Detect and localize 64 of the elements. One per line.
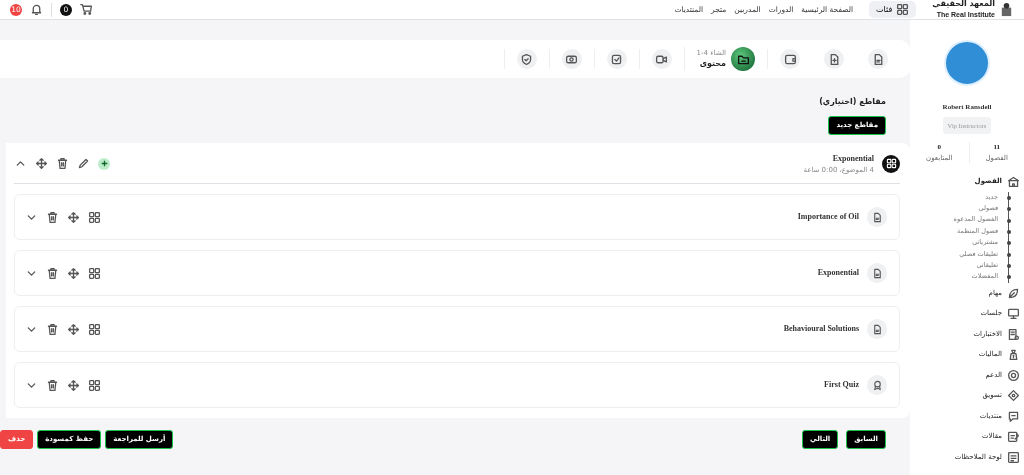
school-icon: [1007, 175, 1020, 188]
lesson-title: Importance of Oil: [797, 211, 859, 223]
bullet-dot: [1006, 275, 1011, 280]
delete-icon[interactable]: [46, 210, 59, 224]
cart-icon[interactable]: [80, 3, 93, 16]
grid-icon: [882, 154, 900, 173]
step-button[interactable]: [868, 49, 888, 69]
grid-icon[interactable]: [88, 210, 101, 224]
tag-icon: [1007, 389, 1020, 403]
wallet-icon: [783, 52, 797, 66]
delete-icon[interactable]: [46, 322, 59, 336]
note-icon: [1007, 430, 1020, 444]
step-button[interactable]: [606, 49, 627, 69]
chat-icon: [1007, 409, 1020, 423]
logo-icon: [999, 2, 1014, 17]
board-icon: [1007, 450, 1020, 464]
add-button[interactable]: [98, 157, 110, 170]
grid-icon: [896, 3, 910, 16]
bag-icon: [1007, 348, 1020, 362]
logo-title: المعهد الحقيقي: [932, 0, 995, 11]
delete-icon[interactable]: [46, 266, 59, 280]
bullet-dot: [1006, 195, 1011, 200]
bullet-dot: [1006, 264, 1011, 269]
grid-icon[interactable]: [88, 378, 101, 392]
delete-icon[interactable]: [56, 157, 69, 171]
move-icon[interactable]: [67, 378, 80, 392]
step-button[interactable]: [516, 49, 537, 69]
lesson-title: Exponential: [817, 267, 859, 279]
move-icon[interactable]: [67, 322, 80, 336]
shield-icon: [520, 52, 534, 66]
bell-icon[interactable]: [30, 3, 43, 16]
file-icon: [867, 319, 887, 339]
step-button[interactable]: [780, 49, 800, 69]
step-button[interactable]: [651, 49, 672, 69]
categories-button[interactable]: فئات: [869, 1, 917, 18]
lifebuoy-icon: [1007, 368, 1020, 382]
move-icon[interactable]: [67, 210, 80, 224]
step-button[interactable]: [824, 49, 844, 69]
edit-icon[interactable]: [77, 157, 90, 171]
avatar: [944, 40, 990, 86]
checkbox-icon: [610, 52, 624, 66]
grid-icon[interactable]: [88, 266, 101, 280]
move-icon[interactable]: [67, 266, 80, 280]
bullet-dot: [1006, 218, 1011, 223]
award-icon: [867, 375, 887, 395]
chapter-title: Exponential: [831, 152, 874, 165]
step-button[interactable]: [561, 49, 582, 69]
bullet-dot: [1006, 207, 1011, 212]
grid-icon[interactable]: [88, 322, 101, 336]
move-icon[interactable]: [35, 157, 48, 171]
bullet-dot: [1006, 252, 1011, 257]
step-button[interactable]: [731, 47, 755, 71]
feather-icon: [1007, 286, 1020, 300]
bullet-dot: [1006, 241, 1011, 246]
delete-icon[interactable]: [46, 378, 59, 392]
file-icon: [867, 263, 887, 283]
section-title: مقاطع (اختياري): [819, 96, 886, 108]
bullet-dot: [1006, 229, 1011, 234]
file-icon: [867, 207, 887, 227]
lesson-title: Behavioural Solutions: [783, 323, 859, 335]
screen-icon: [1007, 307, 1020, 321]
lesson-title: First Quiz: [824, 379, 859, 391]
step-title: محتوى: [698, 58, 726, 71]
quiz-icon: [1007, 327, 1020, 341]
